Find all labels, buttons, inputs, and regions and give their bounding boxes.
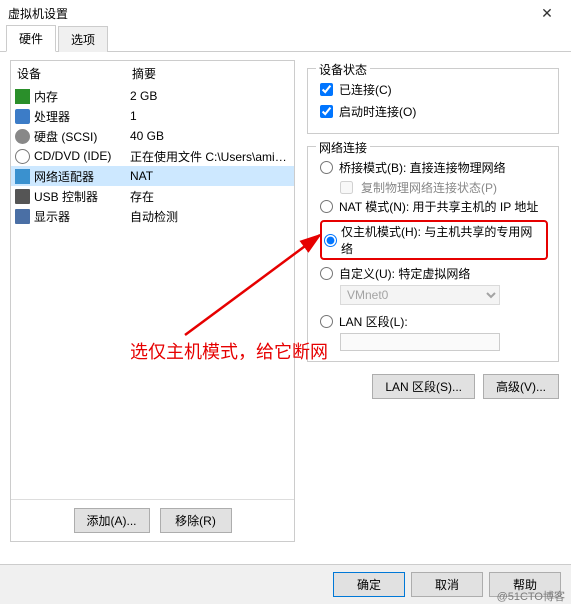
device-list-header: 设备 摘要 bbox=[11, 61, 294, 86]
device-row-cd[interactable]: CD/DVD (IDE) 正在使用文件 C:\Users\aming\... bbox=[11, 146, 294, 166]
device-row-display[interactable]: 显示器 自动检测 bbox=[11, 206, 294, 226]
cd-icon bbox=[15, 149, 30, 164]
device-list[interactable]: 设备 摘要 内存 2 GB 处理器 1 硬盘 (SCSI) 40 GB CD/D… bbox=[11, 61, 294, 499]
device-summary: 存在 bbox=[130, 188, 290, 205]
window-title: 虚拟机设置 bbox=[8, 5, 531, 22]
custom-label: 自定义(U): 特定虚拟网络 bbox=[339, 265, 470, 282]
close-icon[interactable]: ✕ bbox=[531, 5, 563, 22]
header-summary: 摘要 bbox=[132, 65, 288, 82]
disk-icon bbox=[15, 129, 30, 144]
tabs: 硬件 选项 bbox=[0, 26, 571, 52]
replicate-checkbox-row: 复制物理网络连接状态(P) bbox=[320, 179, 548, 196]
vmnet-select: VMnet0 bbox=[340, 285, 500, 305]
device-summary: 正在使用文件 C:\Users\aming\... bbox=[130, 148, 290, 165]
connect-power-checkbox-row[interactable]: 启动时连接(O) bbox=[320, 101, 548, 123]
nat-label: NAT 模式(N): 用于共享主机的 IP 地址 bbox=[339, 198, 538, 215]
lan-segment-input bbox=[340, 333, 500, 351]
remove-device-button[interactable]: 移除(R) bbox=[160, 508, 232, 533]
tab-hardware[interactable]: 硬件 bbox=[6, 25, 56, 52]
device-name: 处理器 bbox=[34, 108, 70, 125]
tab-options[interactable]: 选项 bbox=[58, 26, 108, 52]
memory-icon bbox=[15, 89, 30, 104]
device-name: USB 控制器 bbox=[34, 188, 98, 205]
device-summary: 1 bbox=[130, 109, 290, 123]
device-summary: 40 GB bbox=[130, 129, 290, 143]
custom-radio[interactable] bbox=[320, 267, 333, 280]
hostonly-label: 仅主机模式(H): 与主机共享的专用网络 bbox=[341, 223, 544, 257]
settings-panel: 设备状态 已连接(C) 启动时连接(O) 网络连接 桥接模式(B): 直接连接物… bbox=[305, 60, 561, 542]
lan-segments-button[interactable]: LAN 区段(S)... bbox=[372, 374, 475, 399]
nat-radio[interactable] bbox=[320, 200, 333, 213]
network-connection-title: 网络连接 bbox=[316, 139, 370, 156]
device-row-memory[interactable]: 内存 2 GB bbox=[11, 86, 294, 106]
bridged-label: 桥接模式(B): 直接连接物理网络 bbox=[339, 159, 506, 176]
ok-button[interactable]: 确定 bbox=[333, 572, 405, 597]
connect-power-label: 启动时连接(O) bbox=[339, 103, 416, 120]
nat-radio-row[interactable]: NAT 模式(N): 用于共享主机的 IP 地址 bbox=[320, 196, 548, 218]
device-summary: 自动检测 bbox=[130, 208, 290, 225]
advanced-button[interactable]: 高级(V)... bbox=[483, 374, 559, 399]
connected-checkbox-row[interactable]: 已连接(C) bbox=[320, 79, 548, 101]
right-button-row: LAN 区段(S)... 高级(V)... bbox=[307, 374, 559, 399]
device-buttons: 添加(A)... 移除(R) bbox=[11, 499, 294, 541]
device-row-usb[interactable]: USB 控制器 存在 bbox=[11, 186, 294, 206]
device-name: 网络适配器 bbox=[34, 168, 94, 185]
bridged-radio[interactable] bbox=[320, 161, 333, 174]
connect-power-checkbox[interactable] bbox=[320, 105, 333, 118]
lan-label: LAN 区段(L): bbox=[339, 313, 408, 330]
device-name: 硬盘 (SCSI) bbox=[34, 128, 97, 145]
replicate-checkbox bbox=[340, 181, 353, 194]
device-row-disk[interactable]: 硬盘 (SCSI) 40 GB bbox=[11, 126, 294, 146]
display-icon bbox=[15, 209, 30, 224]
device-name: 内存 bbox=[34, 88, 58, 105]
connected-checkbox[interactable] bbox=[320, 83, 333, 96]
replicate-label: 复制物理网络连接状态(P) bbox=[361, 179, 497, 196]
help-button[interactable]: 帮助 bbox=[489, 572, 561, 597]
device-row-network[interactable]: 网络适配器 NAT bbox=[11, 166, 294, 186]
device-status-title: 设备状态 bbox=[316, 61, 370, 78]
header-device: 设备 bbox=[17, 65, 132, 82]
usb-icon bbox=[15, 189, 30, 204]
connected-label: 已连接(C) bbox=[339, 81, 392, 98]
device-summary: 2 GB bbox=[130, 89, 290, 103]
hostonly-highlight: 仅主机模式(H): 与主机共享的专用网络 bbox=[320, 220, 548, 260]
add-device-button[interactable]: 添加(A)... bbox=[74, 508, 150, 533]
title-bar: 虚拟机设置 ✕ bbox=[0, 0, 571, 26]
network-connection-group: 网络连接 桥接模式(B): 直接连接物理网络 复制物理网络连接状态(P) NAT… bbox=[307, 146, 559, 362]
network-icon bbox=[15, 169, 30, 184]
dialog-footer: 确定 取消 帮助 @51CTO博客 bbox=[0, 564, 571, 604]
device-name: 显示器 bbox=[34, 208, 70, 225]
cancel-button[interactable]: 取消 bbox=[411, 572, 483, 597]
bridged-radio-row[interactable]: 桥接模式(B): 直接连接物理网络 bbox=[320, 157, 548, 179]
device-summary: NAT bbox=[130, 169, 290, 183]
device-panel: 设备 摘要 内存 2 GB 处理器 1 硬盘 (SCSI) 40 GB CD/D… bbox=[10, 60, 295, 542]
hostonly-radio[interactable] bbox=[324, 234, 337, 247]
cpu-icon bbox=[15, 109, 30, 124]
hostonly-radio-row[interactable]: 仅主机模式(H): 与主机共享的专用网络 bbox=[320, 218, 548, 263]
content-area: 设备 摘要 内存 2 GB 处理器 1 硬盘 (SCSI) 40 GB CD/D… bbox=[0, 52, 571, 542]
custom-radio-row[interactable]: 自定义(U): 特定虚拟网络 bbox=[320, 263, 548, 285]
device-status-group: 设备状态 已连接(C) 启动时连接(O) bbox=[307, 68, 559, 134]
lan-radio[interactable] bbox=[320, 315, 333, 328]
device-name: CD/DVD (IDE) bbox=[34, 149, 111, 163]
device-row-cpu[interactable]: 处理器 1 bbox=[11, 106, 294, 126]
lan-radio-row[interactable]: LAN 区段(L): bbox=[320, 311, 548, 333]
